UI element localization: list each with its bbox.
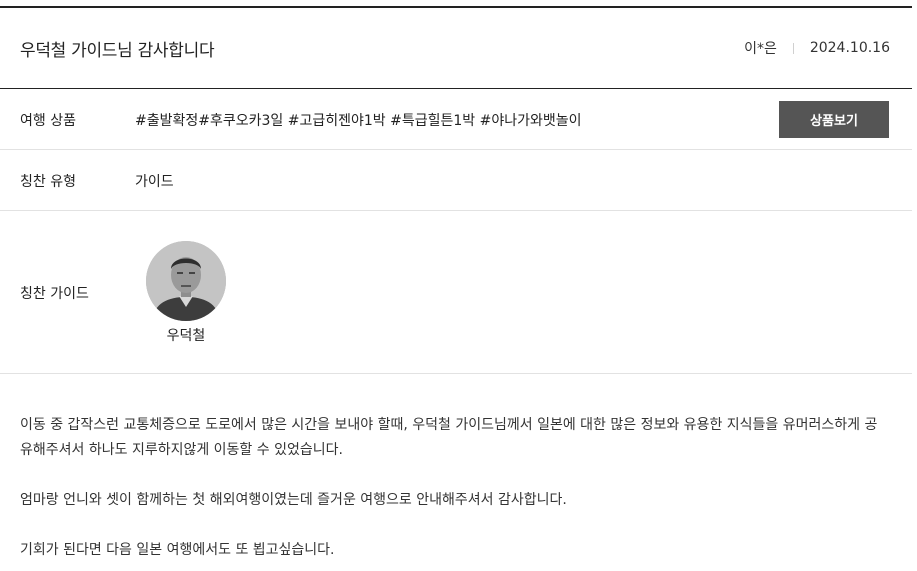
review-detail: 우덕철 가이드님 감사합니다 이*은 2024.10.16 여행 상품 #출발확… [0,0,912,571]
header-divider [0,88,912,89]
review-author: 이*은 [744,41,777,57]
product-value: #출발확정#후쿠오카3일 #고급히젠야1박 #특급힐튼1박 #야나가와뱃놀이 [135,113,582,129]
product-label: 여행 상품 [20,113,76,129]
guide-portrait-icon [146,241,226,321]
meta-divider [792,42,794,54]
review-meta: 이*은 2024.10.16 [744,38,890,58]
view-product-button[interactable]: 상품보기 [779,101,889,138]
guide-name: 우덕철 [166,328,206,344]
praise-guide-label: 칭찬 가이드 [20,286,89,302]
praise-type-value: 가이드 [135,174,174,190]
review-date: 2024.10.16 [809,40,890,56]
review-paragraph: 기회가 된다면 다음 일본 여행에서도 또 뵙고싶습니다. [20,542,335,558]
review-title: 우덕철 가이드님 감사합니다 [20,41,215,61]
review-header: 우덕철 가이드님 감사합니다 이*은 2024.10.16 [0,8,912,88]
row-divider [0,210,912,211]
guide-portrait-graphic [146,241,226,321]
review-paragraph: 이동 중 갑작스런 교통체증으로 도로에서 많은 시간을 보내야 할때, 우덕철… [20,417,878,458]
praise-type-label: 칭찬 유형 [20,174,76,190]
review-paragraph: 엄마랑 언니와 셋이 함께하는 첫 해외여행이였는데 즐거운 여행으로 안내해주… [20,492,567,508]
row-divider [0,149,912,150]
row-divider [0,373,912,374]
